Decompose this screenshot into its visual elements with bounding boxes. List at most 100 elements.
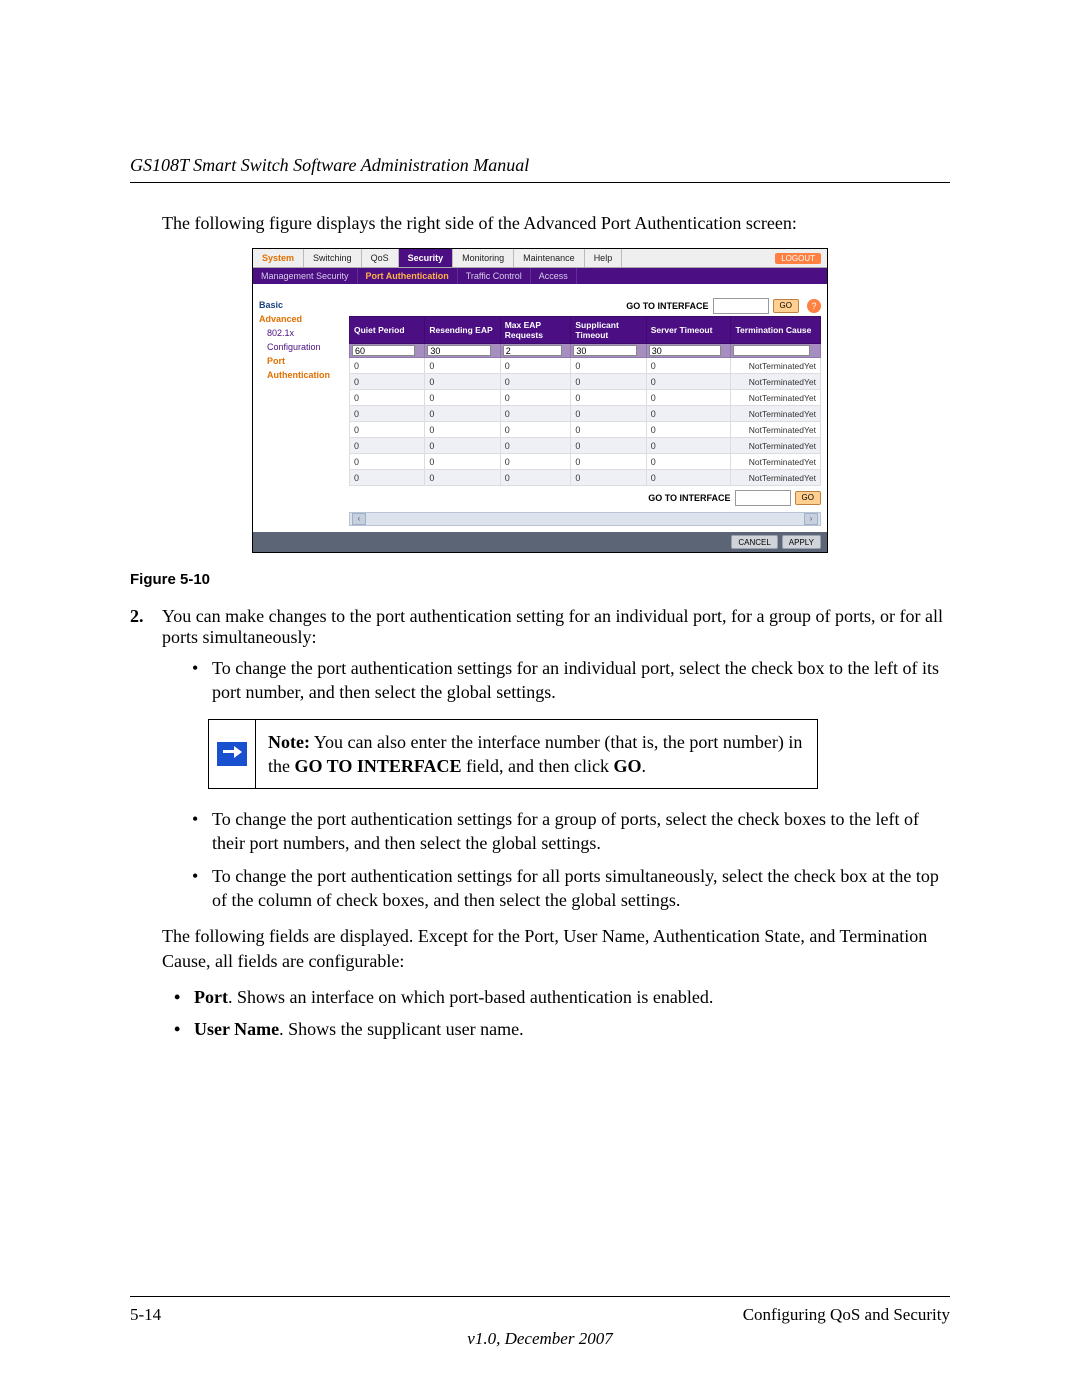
apply-button[interactable]: APPLY	[782, 535, 821, 549]
note-label: Note:	[268, 732, 310, 752]
termination-cause-cell: NotTerminatedYet	[731, 422, 821, 438]
table-row: 00000NotTerminatedYet	[350, 358, 821, 374]
termination-cause-cell: NotTerminatedYet	[731, 438, 821, 454]
table-cell: 0	[646, 374, 731, 390]
sidebar-802-1x-cfg[interactable]: 802.1x Configuration	[259, 326, 337, 354]
go-to-interface-input-bottom[interactable]	[735, 490, 791, 506]
subtab-traffic-control[interactable]: Traffic Control	[458, 268, 531, 284]
page-number: 5-14	[130, 1305, 161, 1325]
table-cell: 0	[425, 406, 500, 422]
subtab-mgmt-security[interactable]: Management Security	[253, 268, 358, 284]
field-port: Port. Shows an interface on which port-b…	[174, 985, 950, 1009]
table-cell: 0	[500, 422, 571, 438]
top-tabs: System Switching QoS Security Monitoring…	[253, 249, 827, 268]
table-cell: 0	[425, 358, 500, 374]
table-cell: 0	[571, 390, 646, 406]
note-text: Note: You can also enter the interface n…	[256, 720, 817, 789]
table-cell: 0	[500, 438, 571, 454]
table-cell: 0	[350, 470, 425, 486]
field-port-label: Port	[194, 987, 228, 1007]
table-cell: 0	[425, 438, 500, 454]
note-text-2: field, and then click	[462, 756, 614, 776]
tab-qos[interactable]: QoS	[362, 249, 399, 267]
help-icon[interactable]: ?	[807, 299, 821, 313]
running-header: GS108T Smart Switch Software Administrat…	[130, 155, 950, 176]
table-cell: 0	[571, 406, 646, 422]
subtab-access[interactable]: Access	[531, 268, 577, 284]
fields-paragraph: The following fields are displayed. Exce…	[162, 924, 950, 973]
tab-system[interactable]: System	[253, 249, 304, 267]
table-cell: 0	[646, 438, 731, 454]
tab-monitoring[interactable]: Monitoring	[453, 249, 514, 267]
tab-switching[interactable]: Switching	[304, 249, 362, 267]
note-text-3: .	[642, 756, 647, 776]
col-resending-eap: Resending EAP	[425, 317, 500, 344]
cancel-button[interactable]: CANCEL	[731, 535, 777, 549]
action-bar: CANCEL APPLY	[253, 532, 827, 552]
field-user-label: User Name	[194, 1019, 279, 1039]
scroll-left-icon[interactable]: ‹	[352, 513, 366, 525]
table-cell: 0	[500, 454, 571, 470]
go-button-bottom[interactable]: GO	[795, 491, 821, 505]
termination-cause-cell: NotTerminatedYet	[731, 374, 821, 390]
table-cell: 0	[646, 358, 731, 374]
horizontal-scrollbar[interactable]: ‹ ›	[349, 512, 821, 526]
tab-help[interactable]: Help	[585, 249, 623, 267]
table-row: 00000NotTerminatedYet	[350, 454, 821, 470]
note-box: Note: You can also enter the interface n…	[208, 719, 818, 790]
footer-version: v1.0, December 2007	[0, 1329, 1080, 1349]
table-cell: 0	[571, 438, 646, 454]
input-termination-cause[interactable]	[733, 345, 809, 356]
table-row: 00000NotTerminatedYet	[350, 438, 821, 454]
input-server-timeout[interactable]	[649, 345, 721, 356]
note-bold-go: GO	[614, 756, 642, 776]
table-cell: 0	[646, 406, 731, 422]
table-cell: 0	[500, 374, 571, 390]
sidebar-port-auth[interactable]: Port Authentication	[259, 354, 337, 382]
go-button-top[interactable]: GO	[773, 299, 799, 313]
figure-caption: Figure 5-10	[130, 571, 950, 588]
intro-text: The following figure displays the right …	[162, 213, 950, 234]
tab-maintenance[interactable]: Maintenance	[514, 249, 585, 267]
footer-rule	[130, 1296, 950, 1297]
step-2-text: You can make changes to the port authent…	[162, 606, 950, 648]
termination-cause-cell: NotTerminatedYet	[731, 390, 821, 406]
termination-cause-cell: NotTerminatedYet	[731, 454, 821, 470]
content-area: GO TO INTERFACE GO ? Quiet Period Resend…	[343, 284, 827, 532]
table-cell: 0	[350, 374, 425, 390]
footer-section-title: Configuring QoS and Security	[743, 1305, 950, 1325]
input-supplicant-timeout[interactable]	[573, 345, 636, 356]
footer-row: 5-14 Configuring QoS and Security	[130, 1305, 950, 1325]
table-cell: 0	[425, 374, 500, 390]
logout-button[interactable]: LOGOUT	[775, 253, 821, 264]
field-user-text: . Shows the supplicant user name.	[279, 1019, 523, 1039]
col-max-eap-requests: Max EAP Requests	[500, 317, 571, 344]
bullet-individual-port: To change the port authentication settin…	[192, 656, 950, 705]
subtab-port-auth[interactable]: Port Authentication	[358, 268, 458, 284]
tab-security[interactable]: Security	[399, 249, 454, 267]
table-cell: 0	[425, 454, 500, 470]
table-cell: 0	[350, 358, 425, 374]
scroll-right-icon[interactable]: ›	[804, 513, 818, 525]
input-resending-eap[interactable]	[427, 345, 490, 356]
table-cell: 0	[646, 390, 731, 406]
table-cell: 0	[646, 454, 731, 470]
table-cell: 0	[425, 390, 500, 406]
table-cell: 0	[571, 470, 646, 486]
sidebar: Basic Advanced 802.1x Configuration Port…	[253, 284, 343, 532]
sidebar-basic[interactable]: Basic	[259, 298, 337, 312]
col-supplicant-timeout: Supplicant Timeout	[571, 317, 646, 344]
table-cell: 0	[500, 390, 571, 406]
table-cell: 0	[500, 358, 571, 374]
table-cell: 0	[425, 422, 500, 438]
col-server-timeout: Server Timeout	[646, 317, 731, 344]
table-row: 00000NotTerminatedYet	[350, 390, 821, 406]
go-to-interface-input[interactable]	[713, 298, 769, 314]
sidebar-advanced[interactable]: Advanced	[259, 312, 337, 326]
input-max-eap[interactable]	[503, 345, 562, 356]
go-to-interface-label-bottom: GO TO INTERFACE	[648, 493, 730, 503]
table-cell: 0	[646, 470, 731, 486]
table-row: 00000NotTerminatedYet	[350, 470, 821, 486]
table-cell: 0	[571, 454, 646, 470]
input-quiet-period[interactable]	[352, 345, 415, 356]
